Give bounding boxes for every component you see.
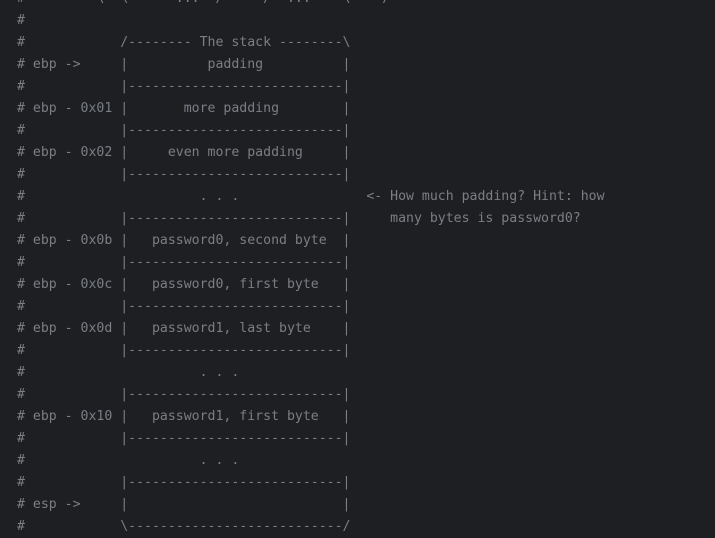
code-line: # |---------------------------|: [17, 431, 351, 446]
code-line: # ebp - 0x01 | more padding |: [17, 101, 351, 116]
code-line: # /-------- The stack --------\: [17, 35, 351, 50]
code-line: # . . .: [17, 365, 240, 380]
code-line: # |---------------------------| many byt…: [17, 211, 581, 226]
code-line: # |---------------------------|: [17, 79, 351, 94]
code-text-area[interactable]: # \ \ ... / / ... \ / # # /-------- The st…: [17, 0, 605, 538]
code-line: # |---------------------------|: [17, 123, 351, 138]
code-line: # ebp - 0x0d | password1, last byte |: [17, 321, 351, 336]
code-line: # ebp - 0x0c | password0, first byte |: [17, 277, 351, 292]
code-line: # ebp - 0x10 | password1, first byte |: [17, 409, 351, 424]
code-line: # ebp -> | padding |: [17, 57, 351, 72]
code-line: # |---------------------------|: [17, 387, 351, 402]
code-line: # esp -> | |: [17, 497, 351, 512]
code-line: #: [17, 13, 25, 28]
code-line: # \---------------------------/: [17, 519, 351, 534]
code-editor[interactable]: # \ \ ... / / ... \ / # # /-------- The st…: [0, 0, 715, 538]
code-line: # |---------------------------|: [17, 475, 351, 490]
code-line: # . . . <- How much padding? Hint: how: [17, 189, 605, 204]
code-line: # ebp - 0x02 | even more padding |: [17, 145, 351, 160]
code-line: # . . .: [17, 453, 240, 468]
code-line: # |---------------------------|: [17, 343, 351, 358]
code-line: # ebp - 0x0b | password0, second byte |: [17, 233, 351, 248]
code-line: # |---------------------------|: [17, 299, 351, 314]
code-line: # \ \ ... / / ... \ /: [17, 0, 605, 10]
code-line: # |---------------------------|: [17, 255, 351, 270]
code-line: # |---------------------------|: [17, 167, 351, 182]
